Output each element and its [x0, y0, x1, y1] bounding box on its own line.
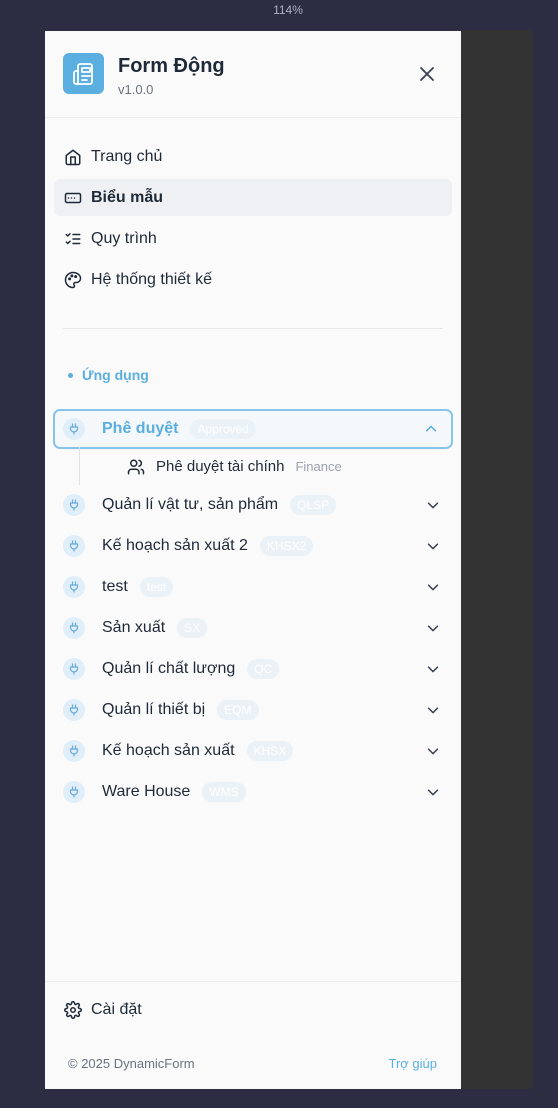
- plug-icon: [63, 698, 85, 721]
- home-icon: [63, 147, 83, 167]
- app-title: Form Động: [118, 55, 225, 77]
- chevron-down-icon[interactable]: [425, 538, 441, 554]
- app-name: Kế hoạch sản xuất: [102, 741, 235, 759]
- nav-item-label: Hệ thống thiết kế: [91, 270, 212, 288]
- app-item-test[interactable]: test test: [53, 566, 453, 607]
- sidebar-drawer: Form Động v1.0.0 Trang chủ Biểu mẫu Quy …: [45, 31, 461, 1089]
- drawer-footer: Cài đặt © 2025 DynamicForm Trợ giúp: [45, 981, 461, 1089]
- app-item-sx[interactable]: Sản xuất SX: [53, 607, 453, 648]
- gear-icon: [63, 1000, 83, 1020]
- app-item-khsx2[interactable]: Kế hoạch sản xuất 2 KHSX2: [53, 525, 453, 566]
- plug-icon: [63, 616, 85, 639]
- app-item-khsx[interactable]: Kế hoạch sản xuất KHSX: [53, 730, 453, 771]
- plug-icon: [63, 534, 85, 557]
- plug-icon: [63, 657, 85, 680]
- nav-item-design-system[interactable]: Hệ thống thiết kế: [54, 261, 452, 298]
- chevron-down-icon[interactable]: [425, 743, 441, 759]
- divider: [63, 328, 443, 329]
- copyright-text: © 2025 DynamicForm: [68, 1056, 195, 1071]
- app-code-badge: Approved: [190, 419, 256, 439]
- nav-item-forms[interactable]: Biểu mẫu: [54, 179, 452, 216]
- palette-icon: [63, 270, 83, 290]
- app-item-qc[interactable]: Quản lí chất lượng QC: [53, 648, 453, 689]
- nav-item-workflow[interactable]: Quy trình: [54, 220, 452, 257]
- nav-item-home[interactable]: Trang chủ: [54, 138, 452, 175]
- close-icon: [420, 67, 434, 81]
- app-name: Kế hoạch sản xuất 2: [102, 536, 248, 554]
- nav-item-label: Trang chủ: [91, 147, 163, 165]
- plug-icon: [63, 575, 85, 598]
- settings-label: Cài đặt: [91, 1001, 142, 1018]
- tree-line: [79, 447, 80, 485]
- checklist-icon: [63, 229, 83, 249]
- settings-button[interactable]: Cài đặt: [63, 1000, 443, 1020]
- drawer-header: Form Động v1.0.0: [45, 31, 461, 118]
- app-code-badge: KHSX: [246, 740, 294, 761]
- app-code-badge: WMS: [202, 781, 246, 802]
- app-code-badge: test: [139, 576, 174, 597]
- sub-item-name: Phê duyệt tài chính: [156, 458, 285, 475]
- app-item-eqm[interactable]: Quản lí thiết bị EQM: [53, 689, 453, 730]
- app-name: Quản lí thiết bị: [102, 700, 206, 718]
- plug-icon: [63, 739, 85, 762]
- app-code-badge: KHSX2: [259, 535, 314, 556]
- zoom-level: 114%: [273, 3, 303, 17]
- chevron-down-icon[interactable]: [425, 702, 441, 718]
- section-label-apps: Ứng dụng: [45, 367, 461, 383]
- app-version: v1.0.0: [118, 82, 154, 97]
- chevron-up-icon[interactable]: [423, 421, 439, 437]
- app-name: Sản xuất: [102, 618, 166, 636]
- app-code-badge: QLSP: [290, 494, 337, 515]
- close-button[interactable]: [417, 64, 437, 84]
- app-name: Ware House: [102, 782, 191, 800]
- app-code-badge: QC: [247, 658, 280, 679]
- users-icon: [126, 457, 146, 477]
- main-nav: Trang chủ Biểu mẫu Quy trình Hệ thống th…: [45, 118, 461, 302]
- app-name: test: [102, 577, 128, 595]
- app-code-badge: EQM: [217, 699, 259, 720]
- logo-icon: [63, 53, 104, 94]
- app-item-qlsp[interactable]: Quản lí vật tư, sản phẩm QLSP: [53, 484, 453, 525]
- app-list: Phê duyệt Approved Phê duyệt tài chính F…: [45, 383, 461, 812]
- app-name: Quản lí chất lượng: [102, 659, 236, 677]
- app-code-badge: SX: [177, 617, 208, 638]
- chevron-down-icon[interactable]: [425, 579, 441, 595]
- nav-item-label: Quy trình: [91, 229, 157, 247]
- sub-item-code: Finance: [295, 459, 342, 474]
- chevron-down-icon[interactable]: [425, 784, 441, 800]
- help-link[interactable]: Trợ giúp: [388, 1056, 437, 1071]
- nav-item-label: Biểu mẫu: [91, 188, 164, 206]
- app-item-approved[interactable]: Phê duyệt Approved: [53, 409, 453, 449]
- chevron-down-icon[interactable]: [425, 620, 441, 636]
- app-name: Quản lí vật tư, sản phẩm: [102, 495, 279, 513]
- form-icon: [63, 188, 83, 208]
- plug-icon: [63, 418, 85, 440]
- app-item-wms[interactable]: Ware House WMS: [53, 771, 453, 812]
- chevron-down-icon[interactable]: [425, 661, 441, 677]
- sub-item-finance[interactable]: Phê duyệt tài chính Finance: [53, 447, 453, 485]
- plug-icon: [63, 493, 85, 516]
- chevron-down-icon[interactable]: [425, 497, 441, 513]
- app-name: Phê duyệt: [102, 420, 179, 437]
- page-backdrop[interactable]: [461, 30, 533, 1089]
- plug-icon: [63, 780, 85, 803]
